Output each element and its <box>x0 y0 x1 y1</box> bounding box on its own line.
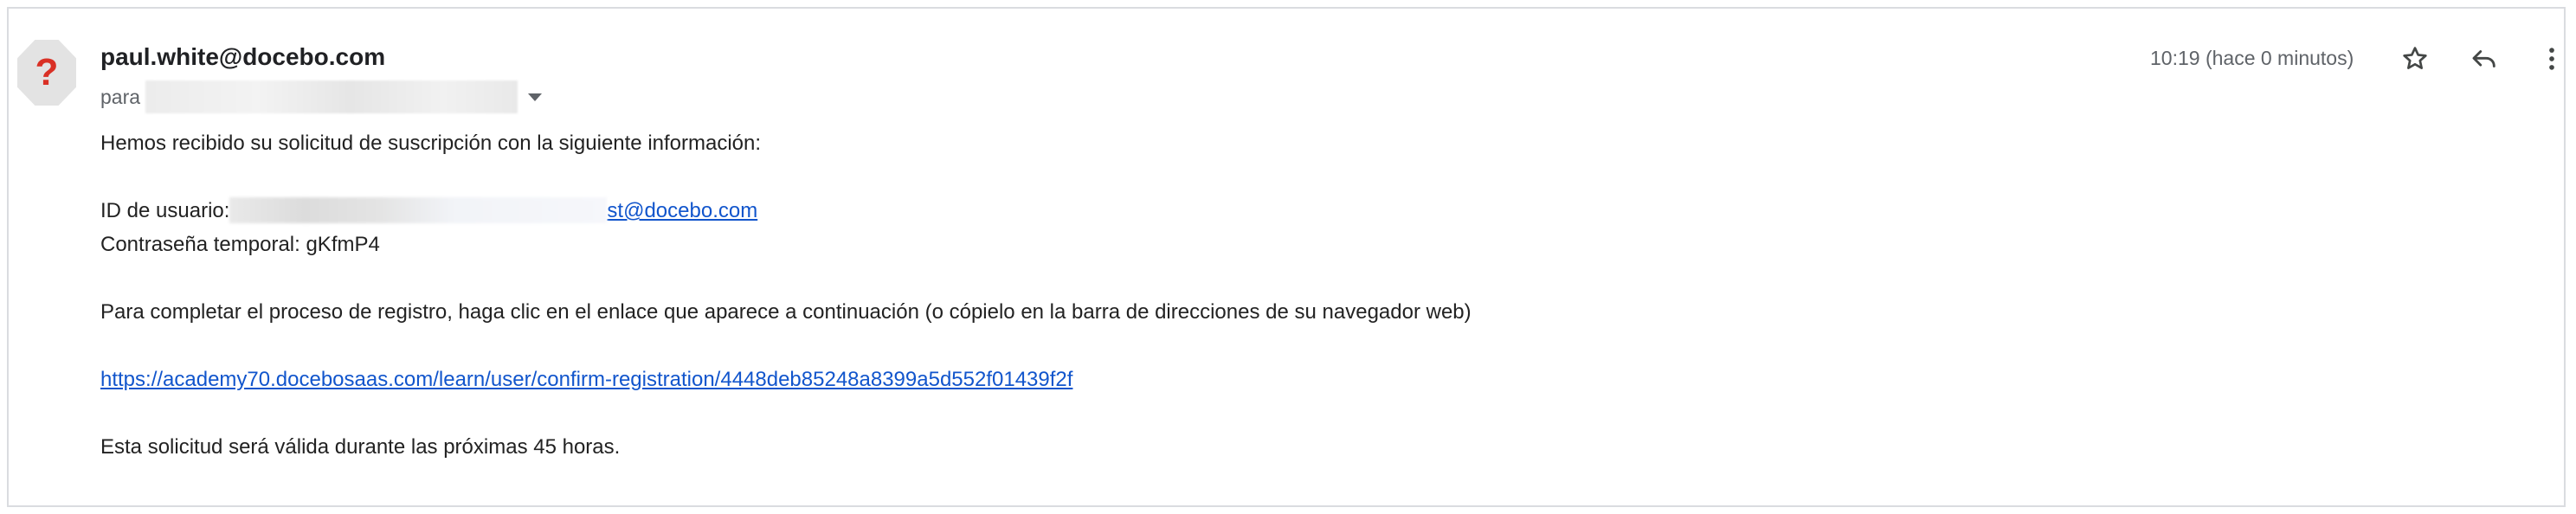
message-body: Hemos recibido su solicitud de suscripci… <box>100 126 1472 464</box>
recipient-row: para <box>100 80 543 113</box>
temp-password-text: Contraseña temporal: gKfmP4 <box>100 233 380 256</box>
intro-text: Hemos recibido su solicitud de suscripci… <box>100 132 762 155</box>
sender-email[interactable]: paul.white@docebo.com <box>100 43 385 71</box>
confirm-registration-link[interactable]: https://academy70.docebosaas.com/learn/u… <box>100 368 1072 391</box>
redacted-recipient <box>145 80 518 113</box>
user-id-label: ID de usuario: <box>100 199 230 222</box>
more-vert-icon[interactable] <box>2534 42 2569 76</box>
user-id-email-link[interactable]: st@docebo.com <box>607 199 757 222</box>
star-icon[interactable] <box>2398 42 2432 76</box>
email-message: ? paul.white@docebo.com para 10:19 (hace… <box>7 7 2566 507</box>
redacted-user-id <box>229 196 608 223</box>
reply-icon[interactable] <box>2467 42 2502 76</box>
confirm-line: https://academy70.docebosaas.com/learn/u… <box>100 363 1472 396</box>
validity-text: Esta solicitud será válida durante las p… <box>100 435 621 459</box>
message-timestamp: 10:19 (hace 0 minutos) <box>2150 47 2354 69</box>
chevron-down-icon[interactable] <box>528 93 543 101</box>
user-id-line: ID de usuario: st@docebo.com <box>100 194 1472 228</box>
to-label: para <box>100 85 141 108</box>
unknown-sender-icon[interactable]: ? <box>17 40 76 106</box>
avatar-glyph: ? <box>35 51 59 93</box>
instructions-text: Para completar el proceso de registro, h… <box>100 300 1472 324</box>
